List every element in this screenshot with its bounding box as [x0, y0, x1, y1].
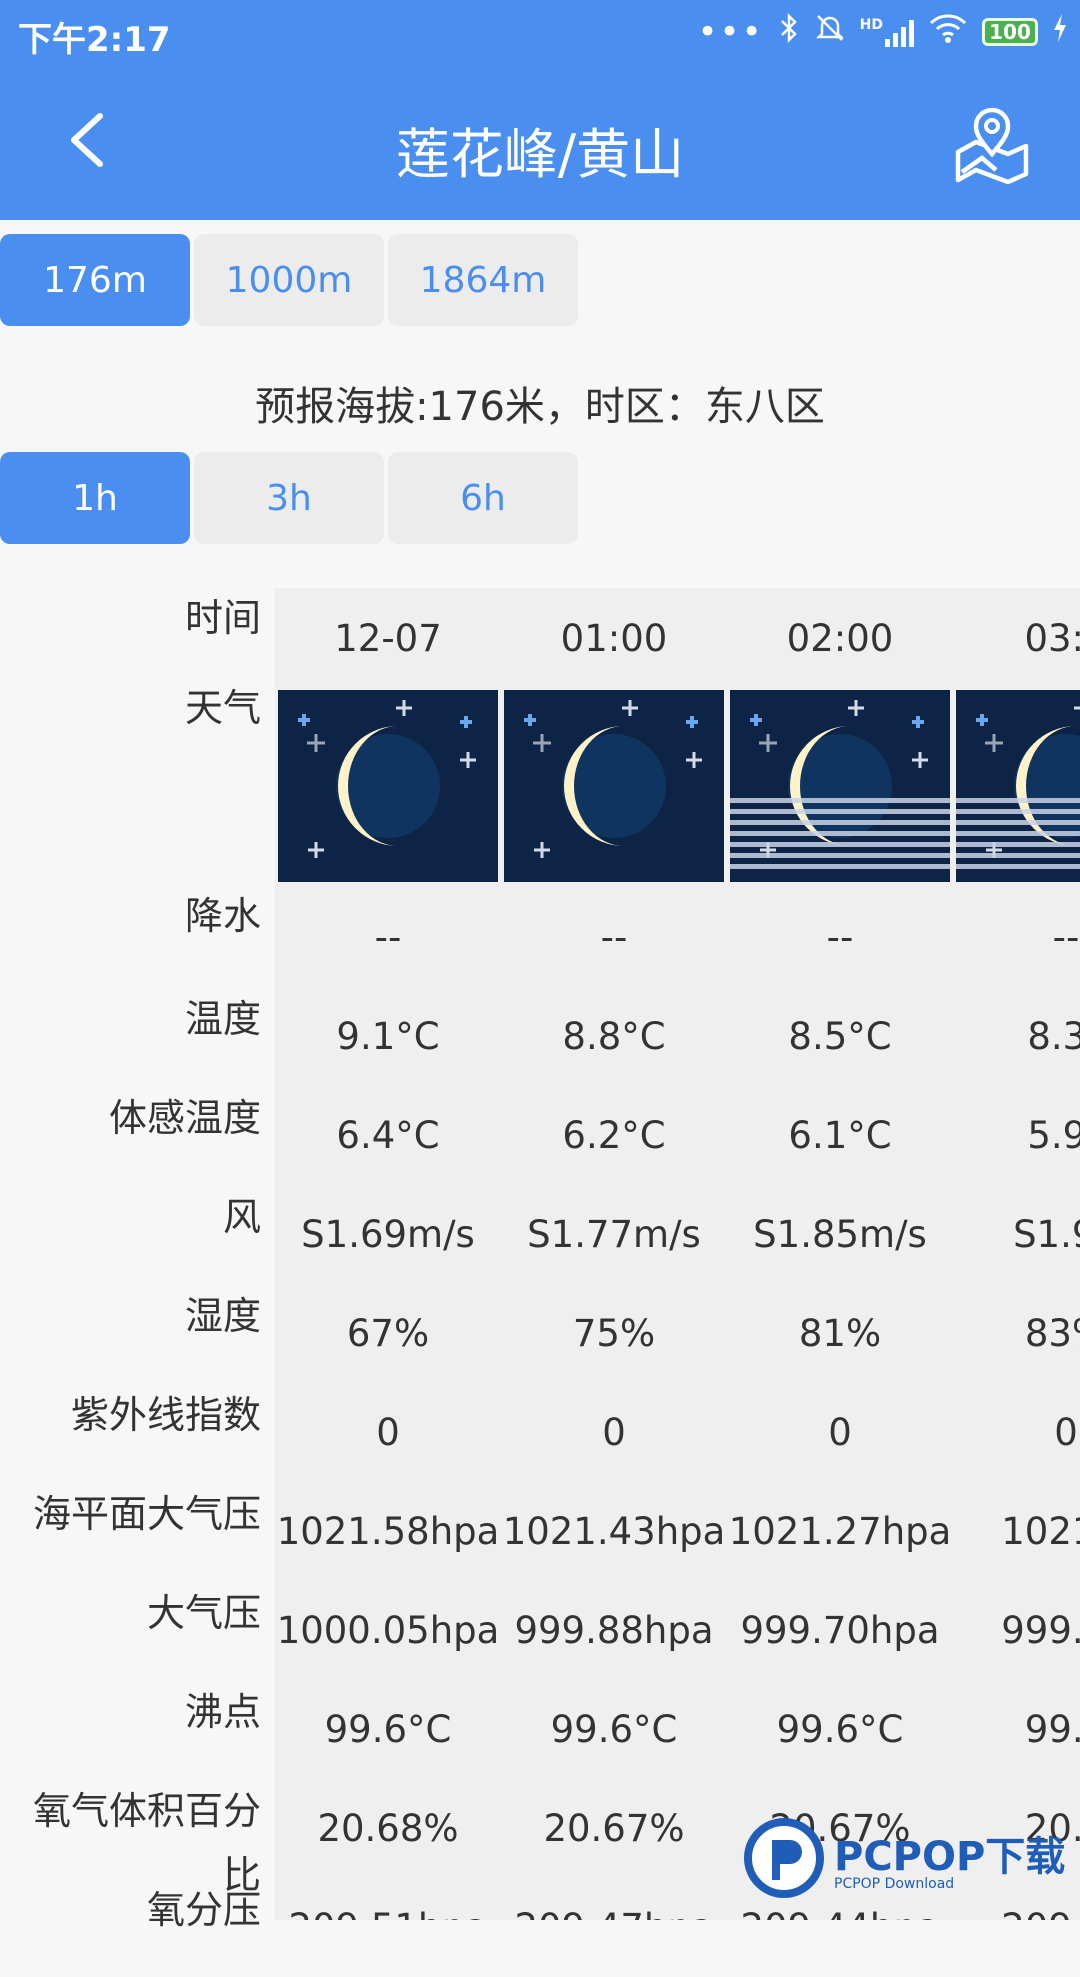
- cell-temp: 8.3°: [1027, 1015, 1080, 1058]
- tab-altitude-1864m[interactable]: 1864m: [388, 234, 578, 326]
- label-wind: 风: [222, 1195, 261, 1239]
- watermark-brand: PCPOP下载: [834, 1833, 1066, 1880]
- label-sea-level-pressure: 海平面大气压: [32, 1492, 261, 1536]
- status-icons: ••• HD 100: [697, 12, 1068, 52]
- cell-humidity: 67%: [346, 1312, 430, 1355]
- cell-o2pct: 20.68%: [317, 1807, 459, 1850]
- clear-night-icon: [278, 690, 498, 882]
- hd-signal-icon: HD: [860, 17, 914, 47]
- cell-pressure: 1000.05hpa: [276, 1609, 500, 1652]
- cell-humidity: 83%: [1024, 1312, 1080, 1355]
- cell-wind: S1.85m/s: [753, 1213, 927, 1256]
- cell-slp: 1021.27hpa: [728, 1510, 952, 1553]
- forecast-column: 02:00 -- 8.5°C 6.1°C S1.85m/s 81% 0 1021.27hpa 9…: [727, 588, 953, 1921]
- app-header: 下午2:17 ••• HD 100 莲花峰/黄山: [0, 0, 1080, 220]
- cell-o2pp: 209.47hpa: [501, 1878, 727, 1920]
- tab-altitude-176m[interactable]: 176m: [0, 234, 190, 326]
- cell-feels: 6.1°C: [788, 1114, 892, 1157]
- label-oxygen-percent: 氧气体积百分比: [32, 1789, 261, 1897]
- cell-weather: [275, 688, 501, 888]
- cell-slp: 1021.0: [1001, 1510, 1080, 1553]
- label-oxygen-partial-pressure: 氧分压: [146, 1888, 261, 1932]
- cell-weather: [953, 688, 1080, 888]
- map-button[interactable]: [952, 104, 1032, 185]
- cell-uv: 0: [1054, 1411, 1078, 1454]
- cell-slp: 1021.58hpa: [276, 1510, 500, 1553]
- tab-interval-3h[interactable]: 3h: [194, 452, 384, 544]
- tab-altitude-1000m[interactable]: 1000m: [194, 234, 384, 326]
- cell-boiling: 99.6: [1024, 1708, 1080, 1751]
- altitude-tabs: 176m 1000m 1864m: [0, 234, 578, 326]
- label-time: 时间: [184, 596, 261, 640]
- tab-interval-1h[interactable]: 1h: [0, 452, 190, 544]
- signal-bars-icon: [885, 17, 914, 47]
- cell-boiling: 99.6°C: [550, 1708, 678, 1751]
- wifi-icon: [928, 12, 968, 52]
- label-precip: 降水: [184, 894, 261, 938]
- forecast-altitude-info: 预报海拔:176米，时区：东八区: [255, 384, 825, 430]
- cell-wind: S1.69m/s: [301, 1213, 475, 1256]
- cell-temp: 9.1°C: [336, 1015, 440, 1058]
- cell-wind: S1.77m/s: [527, 1213, 701, 1256]
- cell-uv: 0: [376, 1411, 400, 1454]
- status-bar: 下午2:17 ••• HD 100: [0, 0, 1080, 66]
- cell-weather: [727, 688, 953, 888]
- cell-precip: --: [600, 916, 628, 959]
- cell-pressure: 999.70hpa: [740, 1609, 940, 1652]
- label-weather: 天气: [184, 686, 261, 730]
- foggy-night-icon: [730, 690, 950, 882]
- cell-humidity: 81%: [798, 1312, 882, 1355]
- label-feels: 体感温度: [108, 1096, 261, 1140]
- battery-icon: 100: [982, 18, 1038, 46]
- charging-icon: [1052, 13, 1068, 51]
- more-notifications-icon: •••: [697, 12, 764, 52]
- cell-pressure: 999.48: [1001, 1609, 1080, 1652]
- cell-feels: 5.9°: [1027, 1114, 1080, 1157]
- label-boiling-point: 沸点: [184, 1690, 261, 1734]
- cell-pressure: 999.88hpa: [514, 1609, 714, 1652]
- bluetooth-icon: [778, 12, 800, 52]
- cell-o2pp: 209.51hpa: [275, 1878, 501, 1920]
- cell-weather: [501, 688, 727, 888]
- cell-boiling: 99.6°C: [324, 1708, 452, 1751]
- page-title: 莲花峰/黄山: [395, 123, 685, 186]
- cell-precip: --: [1052, 916, 1080, 959]
- status-time: 下午2:17: [18, 20, 171, 60]
- cell-wind: S1.90: [1013, 1213, 1080, 1256]
- cell-temp: 8.5°C: [788, 1015, 892, 1058]
- clear-night-icon: [504, 690, 724, 882]
- pcpop-watermark: PCPOP下载 PCPOP Download: [744, 1810, 1074, 1905]
- cell-temp: 8.8°C: [562, 1015, 666, 1058]
- cell-time: 12-07: [334, 616, 442, 660]
- mute-bell-icon: [814, 12, 846, 52]
- cell-precip: --: [826, 916, 854, 959]
- interval-tabs: 1h 3h 6h: [0, 452, 578, 544]
- cell-uv: 0: [828, 1411, 852, 1454]
- label-pressure: 大气压: [146, 1591, 261, 1635]
- cell-humidity: 75%: [572, 1312, 656, 1355]
- cell-feels: 6.2°C: [562, 1114, 666, 1157]
- cell-feels: 6.4°C: [336, 1114, 440, 1157]
- label-uv: 紫外线指数: [70, 1393, 261, 1437]
- label-humidity: 湿度: [184, 1294, 261, 1338]
- cell-precip: --: [374, 916, 402, 959]
- tab-interval-6h[interactable]: 6h: [388, 452, 578, 544]
- forecast-column: 12-07 -- 9.1°C 6.4°C S1.69m/s 67% 0 1021.58hpa 1…: [275, 588, 501, 1921]
- cell-o2pct: 20.67%: [543, 1807, 685, 1850]
- cell-uv: 0: [602, 1411, 626, 1454]
- pcpop-logo-icon: [744, 1817, 824, 1898]
- cell-slp: 1021.43hpa: [502, 1510, 726, 1553]
- forecast-column: 01:00 -- 8.8°C 6.2°C S1.77m/s 75% 0 1021.43hpa 9…: [501, 588, 727, 1921]
- forecast-grid[interactable]: 12-07 -- 9.1°C 6.4°C S1.69m/s 67% 0 1021.58hpa 1…: [275, 588, 1080, 1920]
- cell-time: 02:00: [786, 616, 894, 660]
- hd-label: HD: [859, 17, 883, 33]
- row-labels: 时间 天气 降水 温度 体感温度 风 湿度 紫外线指数 海平面大气压 大气压 沸…: [0, 588, 275, 1977]
- cell-time: 03:0: [1024, 616, 1080, 660]
- foggy-night-icon: [956, 690, 1080, 882]
- map-pin-icon: [955, 107, 1029, 185]
- cell-boiling: 99.6°C: [776, 1708, 904, 1751]
- label-temp: 温度: [184, 997, 261, 1041]
- forecast-column: 03:0--8.3°5.9°S1.9083%01021.0999.4899.62…: [953, 588, 1080, 1920]
- cell-time: 01:00: [560, 616, 668, 660]
